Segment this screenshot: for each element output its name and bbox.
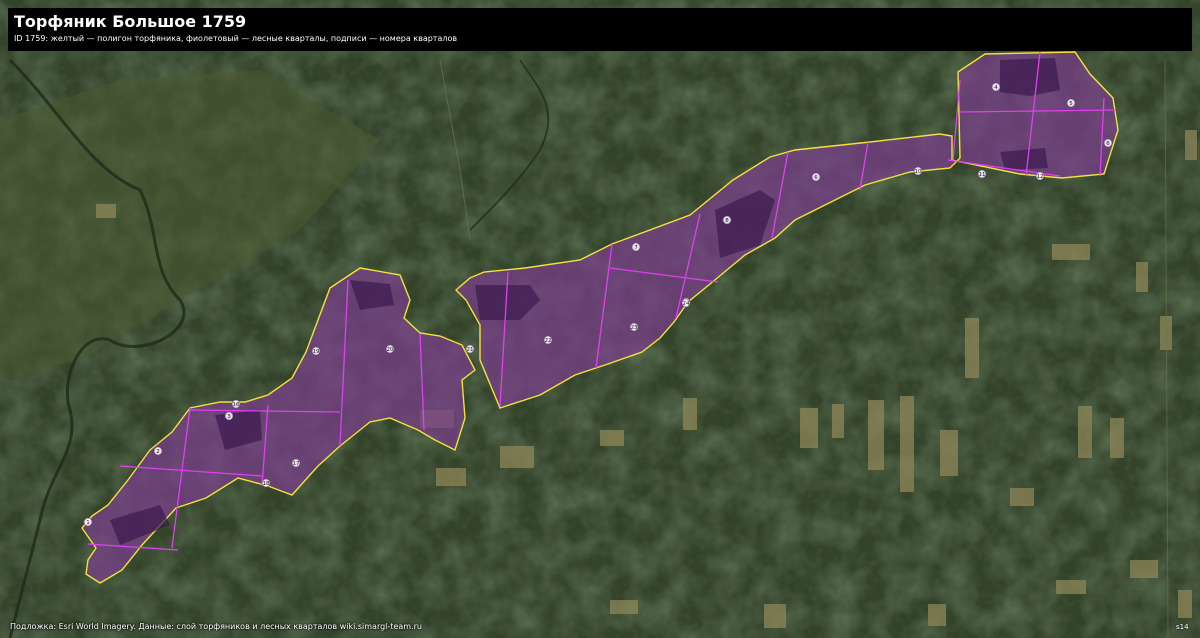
quarter-label-text: 23 xyxy=(631,325,638,331)
quarter-label-3: 3 xyxy=(224,411,234,421)
quarter-label-text: 11 xyxy=(979,172,986,178)
quarter-label-text: 10 xyxy=(915,169,922,175)
map-title: Торфяник Большое 1759 xyxy=(14,12,247,31)
quarter-label-text: 2 xyxy=(156,449,160,455)
quarter-label-22: 22 xyxy=(543,335,553,345)
quarter-label-text: 21 xyxy=(467,347,474,353)
quarter-label-text: 5 xyxy=(1069,101,1073,107)
quarter-label-24: 24 xyxy=(681,298,691,308)
quarter-label-text: 4 xyxy=(994,85,998,91)
quarter-label-12: 12 xyxy=(1035,171,1045,181)
quarter-label-7: 7 xyxy=(631,242,641,252)
quarter-label-10: 10 xyxy=(913,166,923,176)
quarter-label-text: 3 xyxy=(227,414,231,420)
quarter-label-16: 16 xyxy=(231,399,241,409)
quarter-label-text: 6 xyxy=(814,175,818,181)
quarter-label-23: 23 xyxy=(629,322,639,332)
quarter-label-4: 4 xyxy=(991,82,1001,92)
quarter-label-8: 8 xyxy=(722,215,732,225)
quarter-label-text: 7 xyxy=(634,245,638,251)
quarter-label-21: 21 xyxy=(465,344,475,354)
quarter-label-17: 17 xyxy=(291,458,301,468)
quarter-label-text: 6 xyxy=(1106,141,1110,147)
quarter-label-text: 12 xyxy=(1037,174,1044,180)
quarter-label-text: 24 xyxy=(683,301,690,307)
quarter-label-2: 2 xyxy=(153,446,163,456)
quarter-label-20: 20 xyxy=(385,344,395,354)
quarter-label-text: 22 xyxy=(545,338,552,344)
map-view[interactable]: 12345667810111212161718192021222324 Торф… xyxy=(0,0,1200,638)
map-canvas[interactable]: 12345667810111212161718192021222324 xyxy=(0,0,1200,638)
quarter-label-6: 6 xyxy=(811,172,821,182)
corner-label: s14 xyxy=(1176,623,1189,631)
quarter-label-text: 1 xyxy=(86,520,90,526)
quarter-label-text: 19 xyxy=(313,349,320,355)
quarter-label-18: 18 xyxy=(261,478,271,488)
attribution-text: Подложка: Esri World Imagery. Данные: сл… xyxy=(10,622,422,631)
title-bar: Торфяник Большое 1759 ID 1759: желтый — … xyxy=(8,8,1192,51)
quarter-label-text: 16 xyxy=(233,402,240,408)
quarter-label-11: 11 xyxy=(977,169,987,179)
quarter-label-19: 19 xyxy=(311,346,321,356)
quarter-label-text: 20 xyxy=(387,347,394,353)
quarter-label-5: 5 xyxy=(1066,98,1076,108)
quarter-label-text: 18 xyxy=(263,481,270,487)
quarter-label-text: 8 xyxy=(725,218,729,224)
quarter-label-6: 6 xyxy=(1103,138,1113,148)
quarter-label-text: 17 xyxy=(293,461,300,467)
map-subtitle: ID 1759: желтый — полигон торфяника, фио… xyxy=(14,34,458,43)
quarter-label-1: 1 xyxy=(83,517,93,527)
